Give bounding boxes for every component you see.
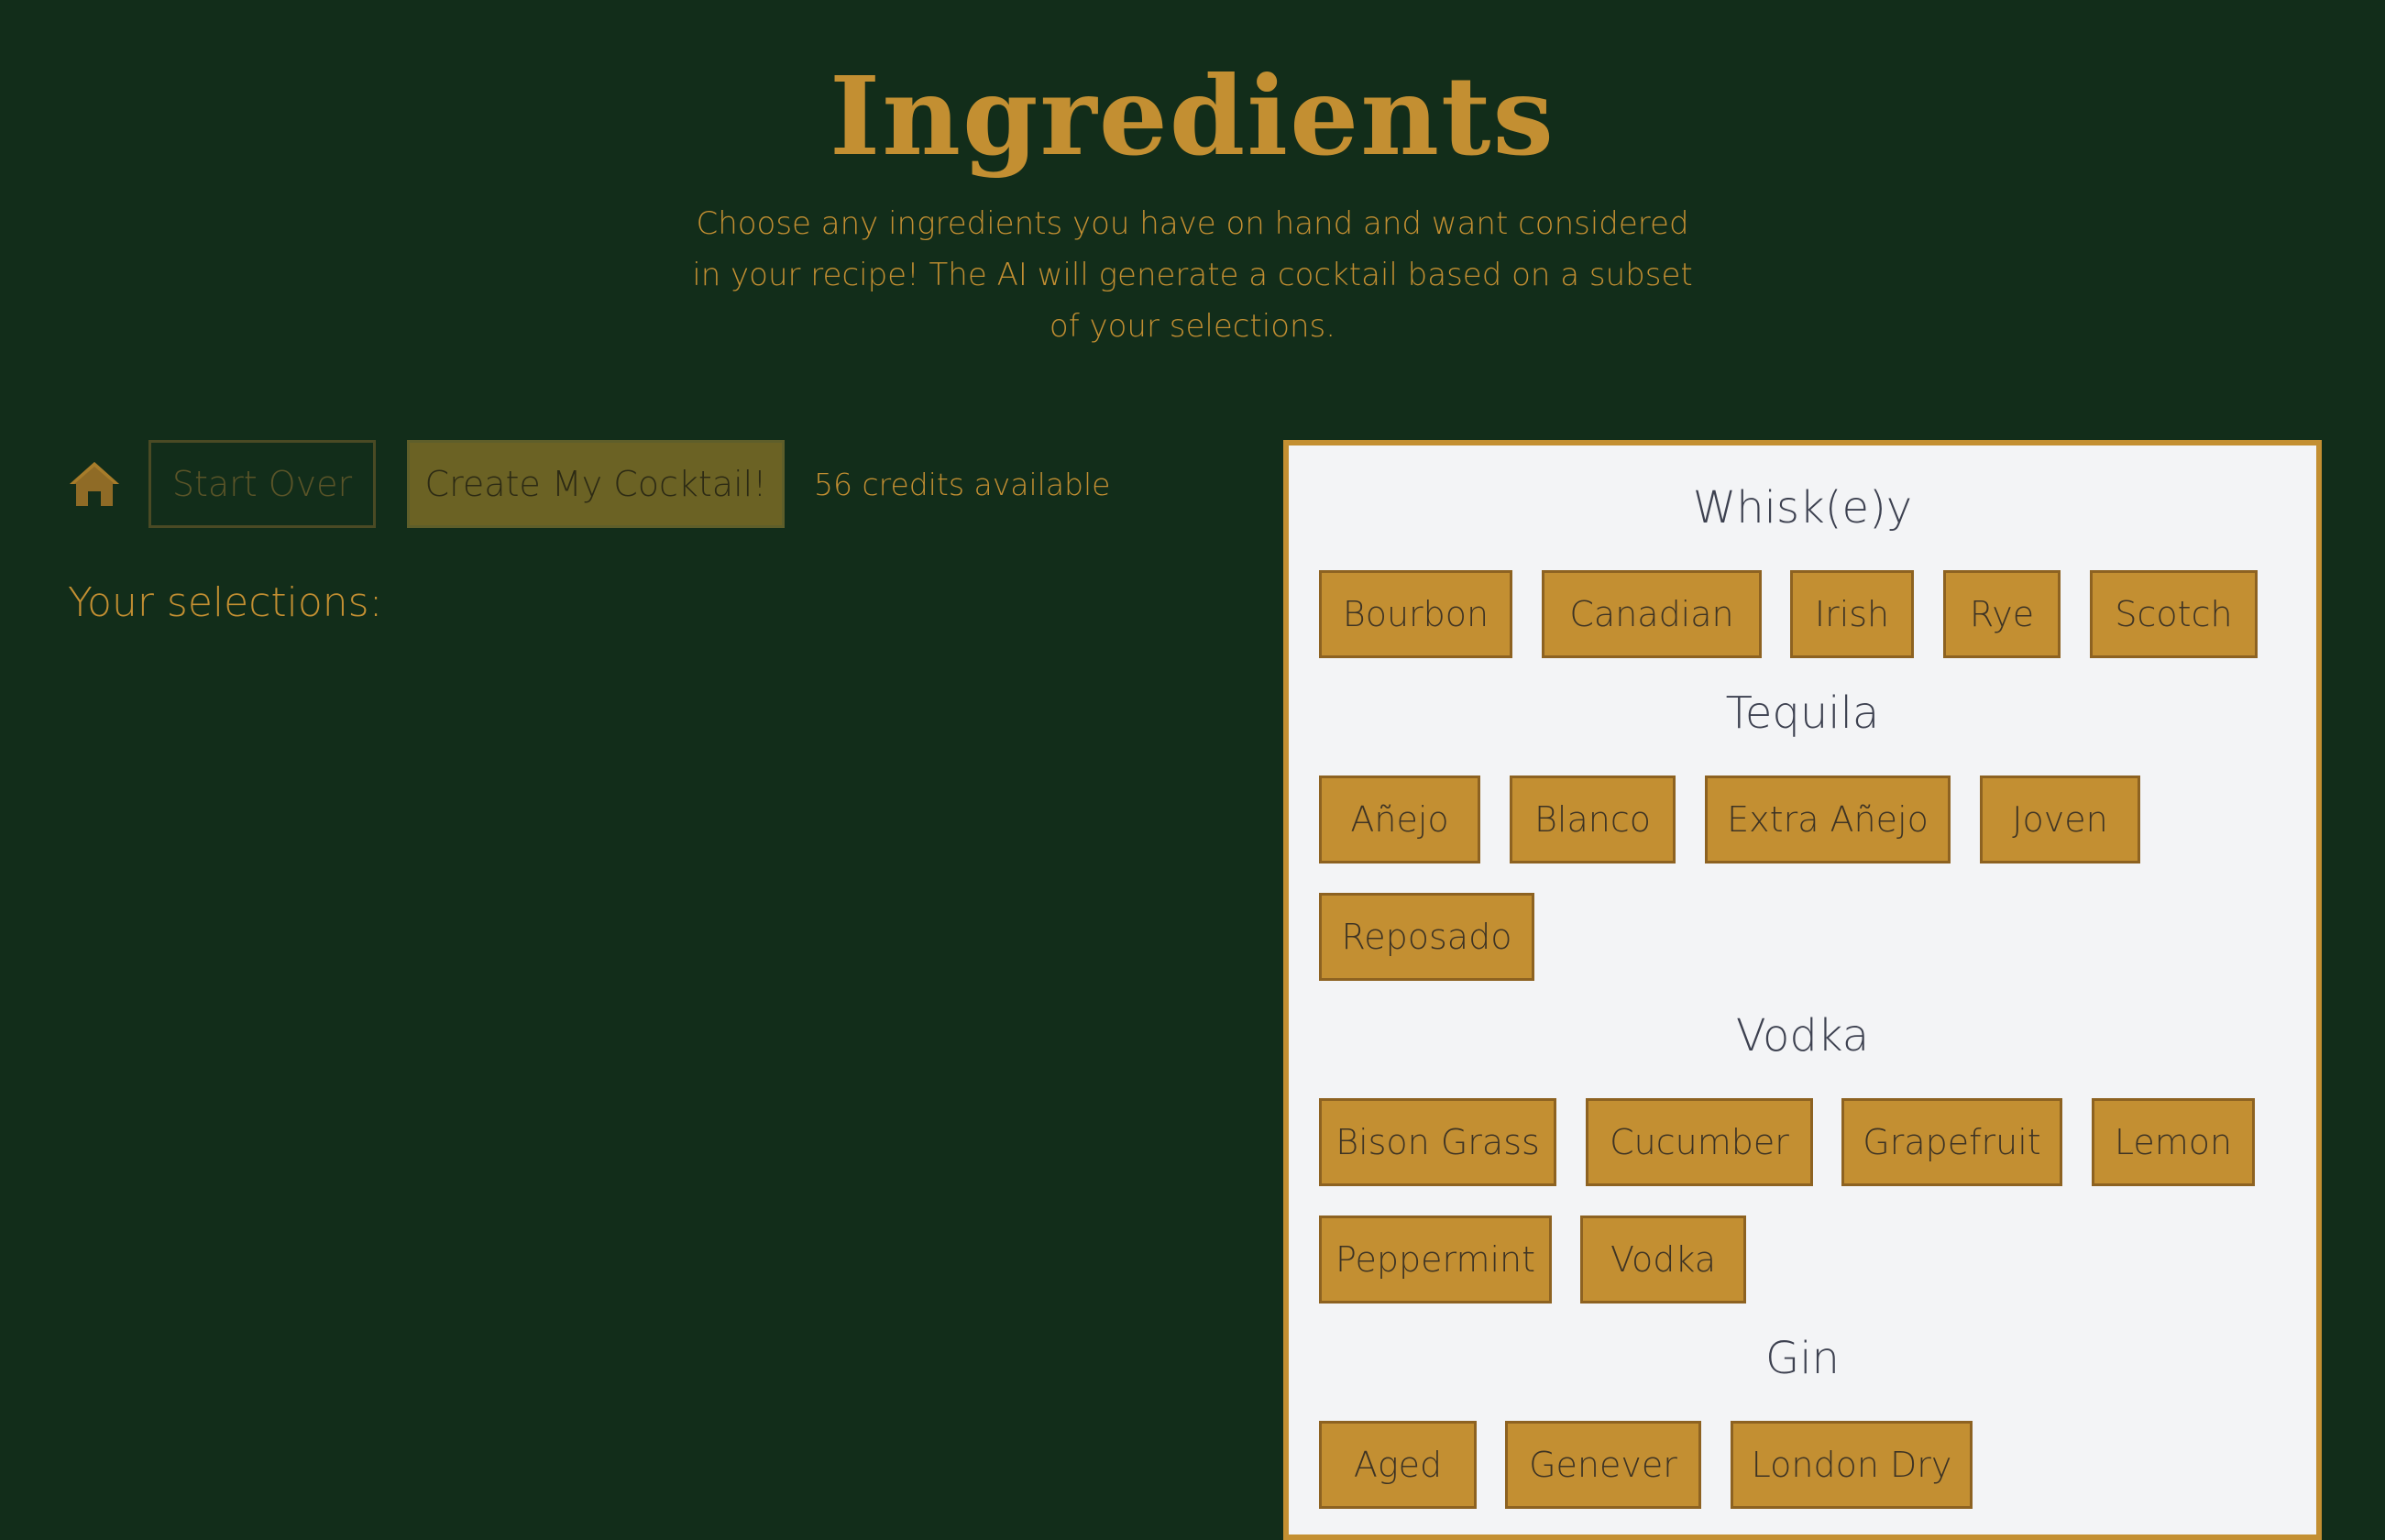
ingredient-chip-scotch[interactable]: Scotch	[2090, 570, 2258, 658]
home-icon[interactable]	[68, 457, 121, 511]
home-icon-glyph	[70, 462, 119, 506]
ingredient-chip-aged[interactable]: Aged	[1319, 1421, 1477, 1509]
ingredient-chip-blanco[interactable]: Blanco	[1510, 776, 1676, 864]
ingredient-chip-joven[interactable]: Joven	[1980, 776, 2140, 864]
category-title-tequila: Tequila	[1725, 688, 1880, 739]
start-over-button[interactable]: Start Over	[148, 440, 376, 528]
ingredient-chip-anejo[interactable]: Añejo	[1319, 776, 1480, 864]
ingredient-chip-bourbon[interactable]: Bourbon	[1319, 570, 1512, 658]
ingredient-chip-london-dry[interactable]: London Dry	[1731, 1421, 1973, 1509]
ingredient-chip-bison-grass[interactable]: Bison Grass	[1319, 1098, 1556, 1186]
selections-label: Your selections:	[68, 579, 383, 626]
ingredient-chip-cucumber[interactable]: Cucumber	[1586, 1098, 1813, 1186]
ingredient-chip-lemon[interactable]: Lemon	[2092, 1098, 2255, 1186]
ingredient-chip-irish[interactable]: Irish	[1790, 570, 1914, 658]
ingredients-panel: Whisk(e)y Bourbon Canadian Irish Rye Sco…	[1283, 440, 2322, 1540]
ingredient-chip-genever[interactable]: Genever	[1505, 1421, 1701, 1509]
ingredient-chip-extra-anejo[interactable]: Extra Añejo	[1705, 776, 1951, 864]
ingredient-chip-peppermint[interactable]: Peppermint	[1319, 1216, 1552, 1304]
category-title-gin: Gin	[1765, 1333, 1840, 1384]
category-title-whiskey: Whisk(e)y	[1692, 482, 1913, 534]
create-cocktail-button[interactable]: Create My Cocktail!	[407, 440, 785, 528]
toolbar: Start Over Create My Cocktail! 56 credit…	[68, 440, 1110, 528]
ingredient-chip-canadian[interactable]: Canadian	[1542, 570, 1762, 658]
ingredient-chip-grapefruit[interactable]: Grapefruit	[1841, 1098, 2062, 1186]
ingredient-chip-reposado[interactable]: Reposado	[1319, 893, 1534, 981]
page-title: Ingredients	[830, 52, 1555, 180]
credits-status: 56 credits available	[814, 466, 1111, 502]
category-title-vodka: Vodka	[1735, 1010, 1870, 1062]
page-subtitle: Choose any ingredients you have on hand …	[692, 205, 1693, 345]
ingredient-chip-rye[interactable]: Rye	[1943, 570, 2061, 658]
ingredient-chip-vodka[interactable]: Vodka	[1580, 1216, 1746, 1304]
